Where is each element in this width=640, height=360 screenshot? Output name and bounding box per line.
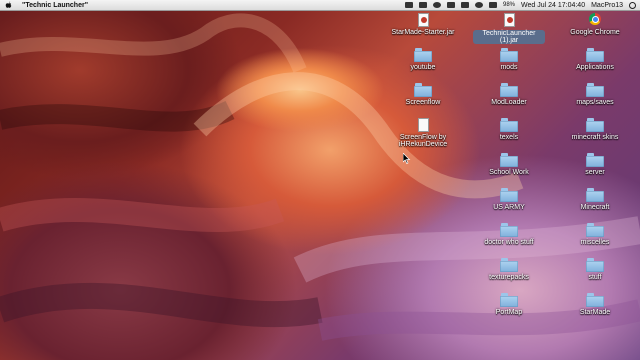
folder-icon	[500, 258, 518, 272]
wifi-icon[interactable]	[474, 2, 483, 8]
desktop-item-screenflow-folder[interactable]: Screenflow	[386, 83, 460, 107]
desktop-item-label: minecraft skins	[571, 134, 619, 141]
desktop-item-label: maps/saves	[576, 99, 614, 106]
folder-icon	[586, 223, 604, 237]
folder-icon	[586, 188, 604, 202]
clock[interactable]: Wed Jul 24 17:04:40	[521, 2, 585, 9]
chrome-icon	[586, 13, 604, 27]
bluetooth-icon[interactable]	[446, 2, 455, 8]
desktop-item-label: PortMap	[495, 309, 523, 316]
screen-record-icon[interactable]	[404, 2, 413, 8]
folder-icon	[586, 153, 604, 167]
desktop-item-label: texturepacks	[489, 274, 529, 281]
folder-icon	[500, 118, 518, 132]
folder-icon	[586, 48, 604, 62]
folder-icon	[500, 83, 518, 97]
desktop-item-label: youtube	[410, 64, 436, 71]
desktop-item-youtube[interactable]: youtube	[386, 48, 460, 72]
folder-icon	[586, 83, 604, 97]
desktop-item-screenflow-doc[interactable]: ScreenFlow by iHRekunDevice	[386, 118, 460, 148]
apple-menu-icon[interactable]	[4, 1, 14, 9]
desktop-item-label: Applications	[576, 64, 614, 71]
desktop-item-modloader[interactable]: ModLoader	[472, 83, 546, 107]
desktop-item-label: TechnicLauncher (1).jar	[473, 30, 545, 44]
folder-icon	[500, 188, 518, 202]
folder-icon	[586, 118, 604, 132]
desktop-item-texturepacks[interactable]: texturepacks	[472, 258, 546, 282]
desktop-item-minecraft[interactable]: Minecraft	[558, 188, 632, 212]
volume-icon[interactable]	[460, 2, 469, 8]
battery-icon[interactable]	[488, 2, 497, 8]
desktop-item-doctor-who-stuff[interactable]: doctor who stuff	[472, 223, 546, 247]
battery-percent: 98%	[502, 2, 515, 8]
desktop-item-label: Minecraft	[580, 204, 610, 211]
desktop-item-techniclauncher[interactable]: TechnicLauncher (1).jar	[472, 13, 546, 47]
desktop-item-label: StarMade-Starter.jar	[391, 29, 455, 36]
desktop-item-applications[interactable]: Applications	[558, 48, 632, 72]
desktop-item-starmade-starter[interactable]: StarMade-Starter.jar	[386, 13, 460, 37]
desktop-item-label: StarMade	[579, 309, 611, 316]
folder-icon	[586, 293, 604, 307]
folder-icon	[500, 153, 518, 167]
desktop-item-mods[interactable]: mods	[472, 48, 546, 72]
desktop-item-label: server	[585, 169, 605, 176]
desktop-item-label: US ARMY	[493, 204, 525, 211]
desktop-item-label: School Work	[489, 169, 529, 176]
desktop-item-label: doctor who stuff	[484, 239, 534, 246]
desktop-item-label: Google Chrome	[570, 29, 620, 36]
desktop-item-maps-saves[interactable]: maps/saves	[558, 83, 632, 107]
folder-icon	[500, 48, 518, 62]
folder-icon	[414, 48, 432, 62]
menu-bar: "Technic Launcher" 98% Wed Jul 24 17:04:…	[0, 0, 640, 11]
jar-file-icon	[414, 13, 432, 27]
app-menu-title[interactable]: "Technic Launcher"	[22, 2, 88, 9]
desktop-item-miscelles[interactable]: miscelles	[558, 223, 632, 247]
desktop-item-label: stuff	[588, 274, 602, 281]
desktop-item-label: miscelles	[580, 239, 610, 246]
folder-icon	[500, 293, 518, 307]
sync-icon[interactable]	[432, 2, 441, 8]
desktop-item-server[interactable]: server	[558, 153, 632, 177]
jar-file-icon	[500, 13, 518, 27]
desktop-item-stuff[interactable]: stuff	[558, 258, 632, 282]
spotlight-search-icon[interactable]	[629, 1, 636, 9]
desktop-item-starmade[interactable]: StarMade	[558, 293, 632, 317]
desktop-item-texels[interactable]: texels	[472, 118, 546, 142]
desktop-item-portmap[interactable]: PortMap	[472, 293, 546, 317]
user-name[interactable]: MacPro13	[591, 2, 623, 9]
desktop-item-school-work[interactable]: School Work	[472, 153, 546, 177]
folder-icon	[414, 83, 432, 97]
document-icon	[414, 118, 432, 132]
desktop-item-google-chrome[interactable]: Google Chrome	[558, 13, 632, 37]
desktop-item-label: Screenflow	[405, 99, 441, 106]
menu-extras: 98% Wed Jul 24 17:04:40 MacPro13	[404, 0, 636, 10]
timemachine-icon[interactable]	[418, 2, 427, 8]
desktop-item-label: mods	[500, 64, 518, 71]
desktop-item-minecraft-skins[interactable]: minecraft skins	[558, 118, 632, 142]
desktop-item-us-army[interactable]: US ARMY	[472, 188, 546, 212]
desktop-item-label: ModLoader	[491, 99, 527, 106]
desktop-item-label: ScreenFlow by iHRekunDevice	[398, 134, 448, 148]
mouse-pointer-icon	[403, 153, 411, 164]
folder-icon	[586, 258, 604, 272]
folder-icon	[500, 223, 518, 237]
desktop-item-label: texels	[499, 134, 519, 141]
